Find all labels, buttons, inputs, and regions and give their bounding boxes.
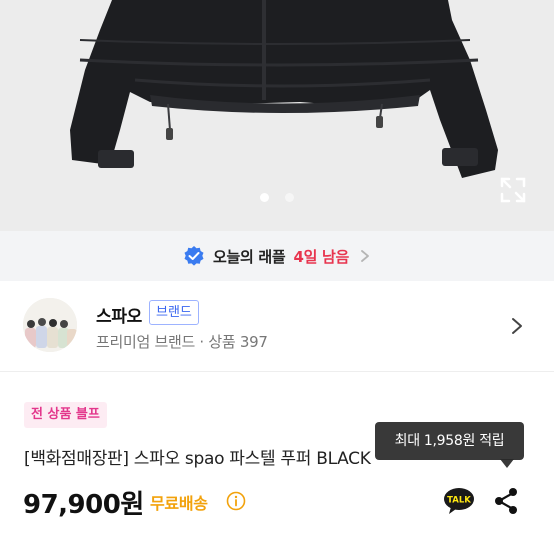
brand-name: 스파오 bbox=[96, 307, 143, 327]
product-image-gallery[interactable] bbox=[0, 0, 554, 231]
chevron-right-icon bbox=[512, 318, 522, 334]
product-title: [백화점매장판] 스파오 spao 파스텔 푸퍼 BLACK bbox=[24, 449, 371, 469]
free-shipping-label: 무료배송 bbox=[150, 494, 208, 513]
brand-row[interactable]: 스파오 브랜드 프리미엄 브랜드 · 상품 397 bbox=[0, 281, 554, 371]
tooltip-tail bbox=[500, 459, 514, 468]
brand-subtitle: 프리미엄 브랜드 · 상품 397 bbox=[96, 333, 268, 351]
kakao-talk-label: TALK bbox=[447, 496, 471, 506]
promo-tag: 전 상품 블프 bbox=[24, 402, 107, 428]
expand-icon[interactable] bbox=[499, 176, 527, 204]
kakao-talk-icon[interactable]: TALK bbox=[443, 487, 475, 515]
reward-points-tooltip: 최대 1,958원 적립 bbox=[375, 422, 524, 460]
brand-badge: 브랜드 bbox=[149, 300, 199, 325]
raffle-days-left: 4일 남음 bbox=[293, 247, 349, 266]
info-icon[interactable] bbox=[226, 491, 246, 511]
product-price: 97,900원 bbox=[23, 490, 144, 520]
gallery-pagination bbox=[0, 193, 554, 202]
chevron-right-icon bbox=[361, 250, 369, 262]
pagination-dot[interactable] bbox=[285, 193, 294, 202]
section-divider bbox=[0, 371, 554, 372]
brand-avatar bbox=[23, 298, 77, 352]
verified-check-icon bbox=[184, 246, 204, 266]
todays-raffle-banner[interactable]: 오늘의 래플 4일 남음 bbox=[0, 231, 554, 281]
share-icon[interactable] bbox=[492, 486, 520, 516]
raffle-label: 오늘의 래플 bbox=[213, 247, 286, 266]
pagination-dot-active[interactable] bbox=[260, 193, 269, 202]
